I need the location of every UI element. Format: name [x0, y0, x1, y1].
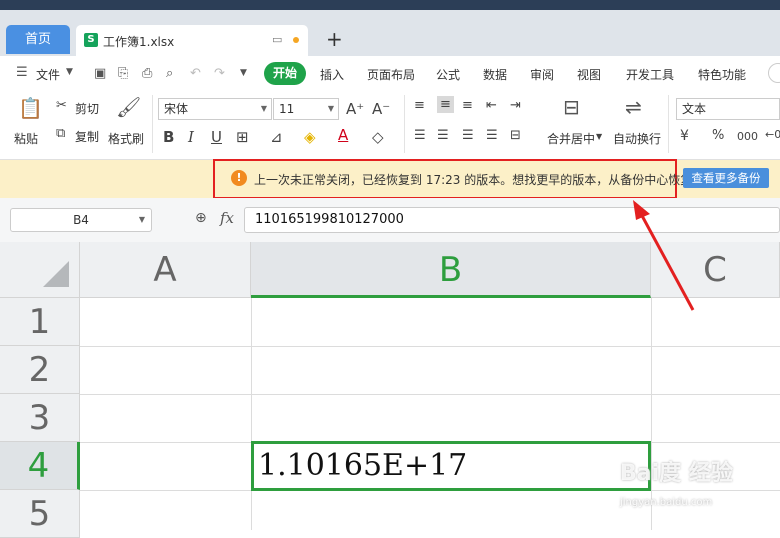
watermark-logo: Bai度 经验: [620, 461, 733, 486]
annotation-arrow: [633, 200, 695, 311]
watermark-url: jingyan.baidu.com: [620, 497, 713, 508]
